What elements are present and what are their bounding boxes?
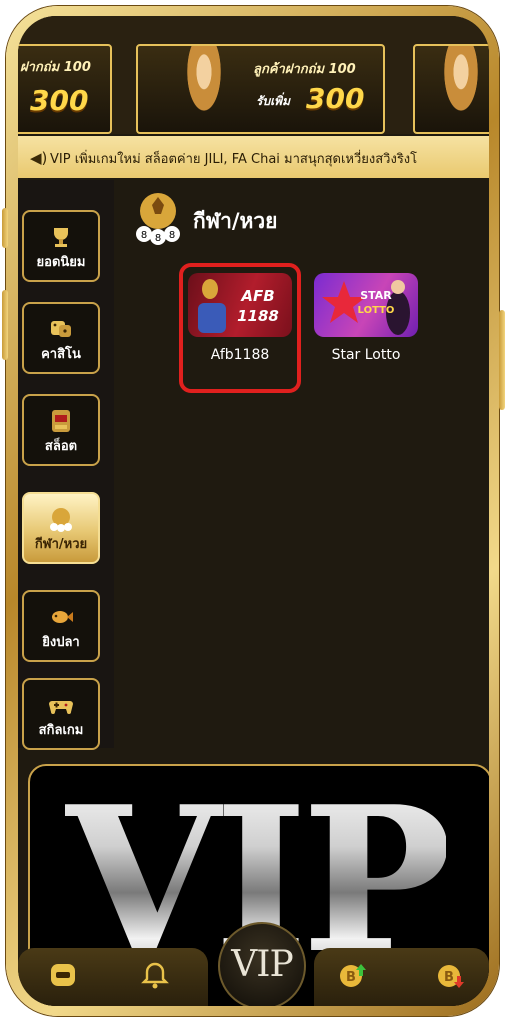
ball-lottery-icon: 8 8 8 xyxy=(136,193,180,245)
banner-subtext: รับเพิ่ม xyxy=(256,94,290,108)
svg-text:STAR: STAR xyxy=(360,289,392,302)
svg-text:8: 8 xyxy=(169,230,175,241)
dice-icon xyxy=(51,321,71,337)
banner-model-image xyxy=(435,46,487,132)
vip-center-label: VIP xyxy=(231,944,293,985)
game-tile-star-lotto[interactable]: STAR LOTTO Star Lotto xyxy=(314,273,418,363)
fish-icon xyxy=(52,611,73,623)
speaker-icon: ◀) xyxy=(30,149,48,167)
selection-highlight xyxy=(179,263,301,393)
page-title: กีฬา/หวย xyxy=(193,209,278,233)
banner-amount: 300 xyxy=(306,82,365,115)
phone-side-button xyxy=(2,208,8,248)
screen: ฝากถ่ม 100 300 ลูกค้าฝากถ่ม 100 รับเพิ่ม… xyxy=(18,16,489,1006)
sidebar-item-label: สกิลเกม xyxy=(38,723,84,738)
sidebar-item-slots[interactable]: สล็อต xyxy=(22,394,100,466)
banner-model-image xyxy=(178,46,230,132)
sidebar-item-label: ยอดนิยม xyxy=(36,255,86,270)
gamepad-icon xyxy=(49,701,73,714)
promo-banner[interactable]: ฝากถ่ม 100 300 xyxy=(18,44,112,134)
sidebar-item-label: คาสิโน xyxy=(41,347,81,362)
ball-lottery-icon xyxy=(50,508,72,532)
svg-text:8: 8 xyxy=(141,230,147,241)
svg-text:B: B xyxy=(444,970,454,985)
svg-text:8: 8 xyxy=(155,233,161,244)
bell-icon[interactable] xyxy=(140,960,170,990)
coin-withdraw-icon[interactable]: B xyxy=(436,960,466,990)
promo-banner[interactable]: ลูกค้าฝากถ่ม 100 รับเพิ่ม 300 xyxy=(136,44,385,134)
promo-banner[interactable] xyxy=(413,44,489,134)
sidebar-item-skill-games[interactable]: สกิลเกม xyxy=(22,678,100,750)
game-thumbnail: STAR LOTTO xyxy=(314,273,418,337)
category-sidebar: ยอดนิยม คาสิโน สล็อต กีฬา/หวย ยิงปลา สกิ… xyxy=(18,180,114,750)
sidebar-item-label: กีฬา/หวย xyxy=(34,537,88,552)
promo-banner-carousel[interactable]: ฝากถ่ม 100 300 ลูกค้าฝากถ่ม 100 รับเพิ่ม… xyxy=(18,16,489,134)
announcement-marquee: ◀) VIP เพิ่มเกมใหม่ สล็อตค่าย JILI, FA C… xyxy=(18,136,489,178)
sidebar-item-fishing[interactable]: ยิงปลา xyxy=(22,590,100,662)
banner-headline: ลูกค้าฝากถ่ม 100 xyxy=(253,62,356,77)
star-lotto-logo-icon: STAR LOTTO xyxy=(322,280,410,335)
marquee-text: VIP เพิ่มเกมใหม่ สล็อตค่าย JILI, FA Chai… xyxy=(50,152,418,167)
trophy-icon xyxy=(54,228,68,247)
svg-text:B: B xyxy=(346,970,356,985)
vip-center-button[interactable]: VIP xyxy=(218,922,306,1006)
banner-amount: 300 xyxy=(30,84,89,117)
bottom-nav-left-panel xyxy=(18,948,208,1006)
phone-side-button xyxy=(499,310,505,410)
sidebar-item-sports-lottery[interactable]: กีฬา/หวย xyxy=(22,492,100,564)
sidebar-item-label: ยิงปลา xyxy=(42,635,80,650)
banner-headline: ฝากถ่ม 100 xyxy=(20,60,91,75)
svg-text:LOTTO: LOTTO xyxy=(358,305,395,316)
phone-side-button xyxy=(2,290,8,360)
sidebar-item-casino[interactable]: คาสิโน xyxy=(22,302,100,374)
sidebar-item-label: สล็อต xyxy=(44,439,78,454)
line-icon[interactable] xyxy=(48,960,78,990)
sidebar-item-popular[interactable]: ยอดนิยม xyxy=(22,210,100,282)
slot-machine-icon xyxy=(52,410,70,432)
coin-deposit-icon[interactable]: B xyxy=(338,960,368,990)
game-label: Star Lotto xyxy=(331,347,401,363)
